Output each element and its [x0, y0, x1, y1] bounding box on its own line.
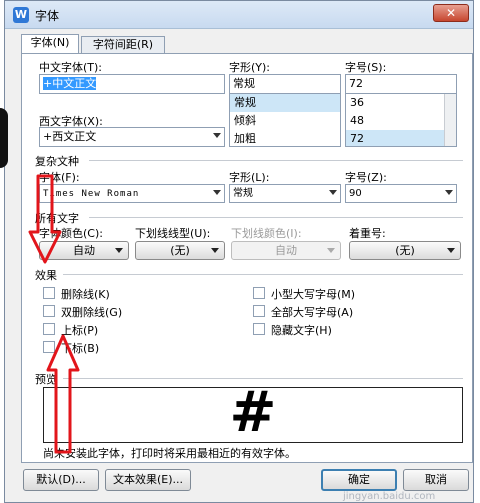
tab-character-spacing[interactable]: 字符间距(R) — [81, 36, 165, 54]
chinese-font-value: +中文正文 — [43, 77, 97, 90]
background-edge — [0, 108, 8, 168]
complex-section-title: 复杂文种 — [35, 155, 79, 168]
red-down-arrow-annotation — [28, 174, 62, 266]
dialog-title: 字体 — [35, 9, 60, 23]
chevron-down-icon — [329, 190, 337, 195]
complex-style-value: 常规 — [233, 188, 253, 199]
underline-style-combo[interactable]: (无) — [135, 241, 225, 260]
underline-style-value: (无) — [170, 244, 190, 257]
chevron-down-icon — [213, 133, 221, 138]
font-size-option[interactable]: 48 — [346, 112, 456, 130]
font-size-option[interactable]: 36 — [346, 94, 456, 112]
double-strikethrough-label: 双删除线(G) — [61, 306, 123, 319]
emphasis-mark-label: 着重号: — [349, 227, 386, 240]
font-style-label: 字形(Y): — [229, 61, 271, 74]
underline-color-value: 自动 — [275, 244, 297, 257]
effects-section-title: 效果 — [35, 269, 57, 282]
complex-size-label: 字号(Z): — [345, 171, 387, 184]
font-style-list[interactable]: 常规 倾斜 加粗 — [229, 93, 341, 147]
font-style-input[interactable]: 常规 — [229, 74, 341, 94]
complex-style-label: 字形(L): — [229, 171, 270, 184]
strikethrough-checkbox[interactable] — [43, 287, 55, 299]
emphasis-mark-value: (无) — [395, 244, 415, 257]
divider — [89, 160, 463, 161]
chinese-font-input[interactable]: +中文正文 — [39, 74, 225, 94]
font-style-option[interactable]: 倾斜 — [230, 112, 340, 130]
font-size-option[interactable]: 72 — [346, 130, 456, 146]
all-caps-checkbox[interactable] — [253, 305, 265, 317]
font-style-option[interactable]: 加粗 — [230, 130, 340, 146]
preview-sample: # — [229, 380, 277, 445]
font-size-scrollbar[interactable] — [444, 94, 456, 146]
tab-font[interactable]: 字体(N) — [21, 34, 79, 54]
chevron-down-icon — [447, 248, 455, 253]
complex-size-value: 90 — [349, 188, 362, 199]
emphasis-mark-combo[interactable]: (无) — [349, 241, 461, 260]
complex-size-combo[interactable]: 90 — [345, 184, 457, 203]
font-size-input[interactable]: 72 — [345, 74, 457, 94]
cancel-button[interactable]: 取消 — [403, 469, 469, 491]
complex-style-combo[interactable]: 常规 — [229, 184, 341, 203]
red-up-arrow-annotation — [46, 334, 80, 454]
font-style-option[interactable]: 常规 — [230, 94, 340, 112]
strikethrough-label: 删除线(K) — [61, 288, 110, 301]
chinese-font-label: 中文字体(T): — [39, 61, 103, 74]
underline-color-combo: 自动 — [231, 241, 341, 260]
small-caps-label: 小型大写字母(M) — [271, 288, 356, 301]
title-bar: W 字体 ✕ — [5, 1, 473, 29]
default-button[interactable]: 默认(D)... — [23, 469, 99, 491]
font-size-list[interactable]: 36 48 72 — [345, 93, 457, 147]
western-font-combo[interactable]: +西文正文 — [39, 127, 225, 147]
close-button[interactable]: ✕ — [433, 4, 469, 22]
preview-note: 尚未安装此字体，打印时将采用最相近的有效字体。 — [43, 447, 296, 460]
divider — [89, 217, 463, 218]
divider — [63, 378, 463, 379]
wps-app-icon: W — [13, 7, 29, 23]
all-caps-label: 全部大写字母(A) — [271, 306, 354, 319]
hidden-text-label: 隐藏文字(H) — [271, 324, 332, 337]
chevron-down-icon — [211, 248, 219, 253]
watermark: jingyan.baidu.com — [343, 491, 436, 502]
double-strikethrough-checkbox[interactable] — [43, 305, 55, 317]
divider — [63, 274, 463, 275]
chevron-down-icon — [327, 248, 335, 253]
preview-box: # — [43, 382, 463, 444]
hidden-text-checkbox[interactable] — [253, 323, 265, 335]
chevron-down-icon — [115, 248, 123, 253]
font-color-value: 自动 — [73, 244, 95, 257]
underline-style-label: 下划线线型(U): — [135, 227, 211, 240]
underline-color-label: 下划线颜色(I): — [231, 227, 302, 240]
text-effects-button[interactable]: 文本效果(E)... — [105, 469, 191, 491]
small-caps-checkbox[interactable] — [253, 287, 265, 299]
chevron-down-icon — [213, 190, 221, 195]
complex-font-combo[interactable]: Times New Roman — [39, 184, 225, 203]
font-size-label: 字号(S): — [345, 61, 387, 74]
ok-button[interactable]: 确定 — [321, 469, 397, 491]
western-font-value: +西文正文 — [43, 130, 97, 143]
chevron-down-icon — [445, 190, 453, 195]
